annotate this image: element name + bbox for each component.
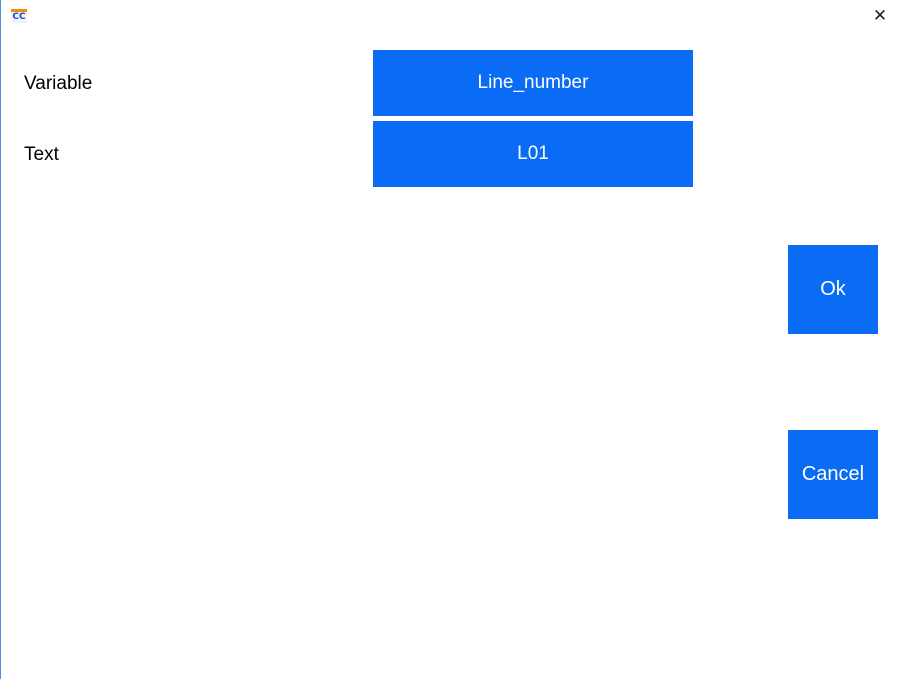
ok-button[interactable]: Ok bbox=[788, 245, 878, 334]
variable-label: Variable bbox=[24, 73, 93, 94]
text-label: Text bbox=[24, 144, 59, 165]
variable-value-field[interactable]: Line_number bbox=[373, 50, 693, 116]
text-value-field[interactable]: L01 bbox=[373, 121, 693, 187]
title-bar: CC ✕ bbox=[1, 0, 897, 32]
close-button[interactable]: ✕ bbox=[863, 0, 897, 32]
app-icon-text: CC bbox=[12, 12, 26, 22]
dialog-window: CC ✕ Variable Line_number Text L01 Ok Ca… bbox=[0, 0, 897, 679]
close-icon[interactable]: ✕ bbox=[873, 7, 887, 25]
cancel-button[interactable]: Cancel bbox=[788, 430, 878, 519]
app-icon: CC bbox=[11, 9, 27, 23]
